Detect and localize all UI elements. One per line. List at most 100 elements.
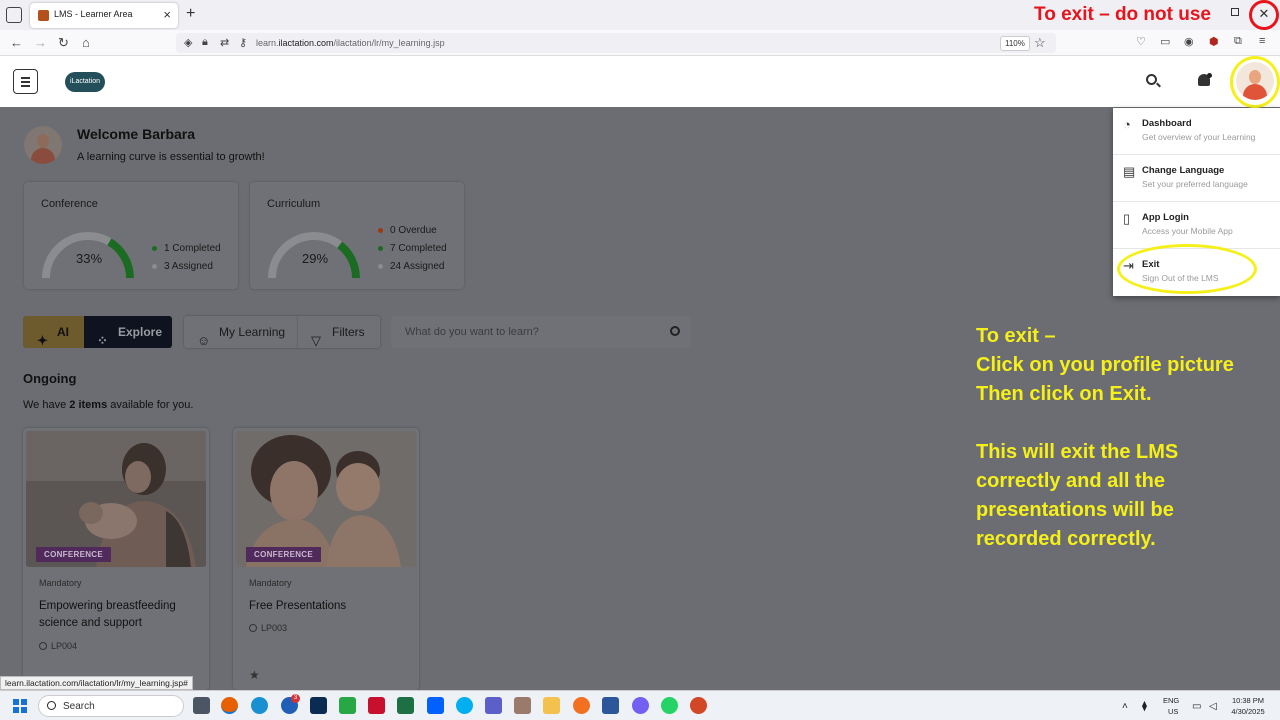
- course-card[interactable]: CONFERENCE Mandatory Free Presentations …: [233, 428, 419, 690]
- app-menu-icon[interactable]: ≡: [1259, 35, 1265, 47]
- excel-icon[interactable]: [397, 697, 414, 714]
- edge-icon[interactable]: [251, 697, 268, 714]
- permissions-icon[interactable]: ⇄: [220, 36, 229, 49]
- account-icon[interactable]: ◉: [1184, 35, 1194, 48]
- menu-item-app-login[interactable]: ▯ App Login Access your Mobile App: [1113, 202, 1280, 249]
- back-icon[interactable]: ←: [10, 35, 23, 50]
- ongoing-title: Ongoing: [23, 371, 77, 386]
- dashboard-icon: ◔: [1123, 117, 1131, 132]
- tab-title: LMS - Learner Area: [54, 9, 133, 19]
- tab-list-icon[interactable]: [6, 7, 22, 23]
- viber-icon[interactable]: [632, 697, 649, 714]
- word-icon[interactable]: [602, 697, 619, 714]
- tray-overflow-icon[interactable]: ˄: [1122, 701, 1128, 712]
- acrobat-icon[interactable]: [368, 697, 385, 714]
- dropbox-icon[interactable]: [427, 697, 444, 714]
- course-title[interactable]: Free Presentations: [249, 598, 409, 615]
- extensions-icon[interactable]: ⧉: [1234, 35, 1242, 48]
- camtasia-icon[interactable]: [339, 697, 356, 714]
- home-icon[interactable]: ⌂: [82, 35, 90, 50]
- course-card[interactable]: CONFERENCE Mandatory Empowering breastfe…: [23, 428, 209, 690]
- taskbar-time[interactable]: 10:38 PM: [1226, 696, 1270, 705]
- course-type: Mandatory: [39, 578, 82, 588]
- language-region: US: [1168, 707, 1179, 716]
- course-search-input[interactable]: [405, 324, 655, 340]
- conference-stat-card[interactable]: Conference 33% 1 Completed 3 Assigned: [24, 182, 238, 289]
- restore-window-icon[interactable]: [1231, 8, 1239, 16]
- search-icon: [47, 701, 56, 710]
- course-thumbnail[interactable]: CONFERENCE: [26, 431, 206, 567]
- gauge-fill: [107, 238, 134, 279]
- gauge-fill: [337, 241, 360, 279]
- menu-item-dashboard[interactable]: ◔ Dashboard Get overview of your Learnin…: [1113, 108, 1280, 155]
- ai-button[interactable]: ✦ AI: [23, 316, 84, 348]
- curriculum-stat-card[interactable]: Curriculum 29% 0 Overdue 7 Completed 24 …: [250, 182, 464, 289]
- teams-icon[interactable]: [485, 697, 502, 714]
- app-header: iLactation: [0, 56, 1280, 108]
- windows-start-icon[interactable]: [13, 699, 27, 713]
- calculator-icon[interactable]: [193, 697, 210, 714]
- new-tab-icon[interactable]: +: [186, 5, 195, 23]
- file-explorer-icon[interactable]: [543, 697, 560, 714]
- app-icon-orange[interactable]: [573, 697, 590, 714]
- sparkle-icon: ✦: [37, 333, 48, 348]
- filter-icon: ▽: [311, 333, 321, 348]
- forward-icon[interactable]: →: [34, 35, 47, 50]
- photoshop-icon[interactable]: [310, 697, 327, 714]
- language-indicator[interactable]: ENG: [1163, 696, 1179, 705]
- taskbar-search[interactable]: Search: [38, 695, 184, 717]
- taskbar-date[interactable]: 4/30/2025: [1226, 707, 1270, 716]
- menu-item-change-language[interactable]: ▤ Change Language Set your preferred lan…: [1113, 155, 1280, 202]
- firefox-icon[interactable]: [221, 697, 238, 714]
- avatar-highlight-ring: [1230, 56, 1280, 108]
- zoom-level[interactable]: 110%: [1000, 36, 1030, 51]
- favorite-star-icon[interactable]: ★: [249, 668, 260, 682]
- lock-icon[interactable]: 🔒︎: [202, 36, 208, 49]
- course-badge: CONFERENCE: [36, 547, 112, 562]
- legend-assigned: 3 Assigned: [152, 261, 213, 272]
- close-tab-icon[interactable]: ×: [163, 7, 171, 22]
- filters-button[interactable]: ▽ Filters: [298, 316, 380, 348]
- browser-tab[interactable]: LMS - Learner Area ×: [30, 3, 178, 28]
- grid-icon: ⁘: [97, 333, 108, 348]
- volume-icon[interactable]: ◁: [1209, 701, 1217, 712]
- ongoing-subtitle: We have 2 items available for you.: [23, 399, 194, 411]
- shield-icon[interactable]: ◈: [184, 36, 192, 49]
- whatsapp-icon[interactable]: [661, 697, 678, 714]
- course-thumbnail[interactable]: CONFERENCE: [236, 431, 416, 567]
- ilactation-logo[interactable]: iLactation: [65, 72, 105, 92]
- gauge-percent: 33%: [76, 251, 103, 266]
- red-highlight-ring: [1249, 0, 1279, 30]
- hamburger-menu-button[interactable]: [13, 69, 38, 94]
- extension-shield-icon[interactable]: ⬢: [1209, 35, 1219, 48]
- browser-nav-bar: ← → ↻ ⌂ ◈ 🔒︎ ⇄ ⚷ learn.ilactation.com/il…: [0, 30, 1280, 56]
- my-learning-button[interactable]: ☺ My Learning: [184, 316, 298, 348]
- address-bar[interactable]: ◈ 🔒︎ ⇄ ⚷ learn.ilactation.com/ilactation…: [176, 33, 1056, 53]
- sidebar-icon[interactable]: ▭: [1160, 35, 1170, 48]
- key-icon[interactable]: ⚷: [239, 36, 247, 49]
- course-badge: CONFERENCE: [246, 547, 322, 562]
- course-type: Mandatory: [249, 578, 292, 588]
- welcome-title: Welcome Barbara: [77, 126, 196, 142]
- bookmark-star-icon[interactable]: ☆: [1034, 35, 1046, 51]
- pocket-icon[interactable]: ♡: [1136, 35, 1146, 48]
- powerpoint-icon[interactable]: [690, 697, 707, 714]
- photos-icon[interactable]: [514, 697, 531, 714]
- url-text[interactable]: learn.ilactation.com/ilactation/lr/my_le…: [256, 38, 445, 48]
- course-title[interactable]: Empowering breastfeeding science and sup…: [39, 598, 199, 632]
- explore-button[interactable]: ⁘ Explore: [84, 316, 172, 348]
- user-learning-icon: ☺: [197, 333, 211, 348]
- notification-dot: [1207, 73, 1212, 78]
- skype-icon[interactable]: [456, 697, 473, 714]
- reload-icon[interactable]: ↻: [58, 35, 69, 51]
- search-submit-icon[interactable]: [670, 326, 680, 336]
- mobile-icon: ▯: [1123, 211, 1131, 226]
- stat-card-title: Curriculum: [267, 198, 321, 210]
- browser-tab-bar: LMS - Learner Area × + To exit – do not …: [0, 0, 1280, 30]
- course-code: LP004: [39, 641, 77, 651]
- dropbox-tray-icon[interactable]: ⧫: [1142, 701, 1147, 712]
- network-icon[interactable]: ▭: [1192, 701, 1201, 712]
- search-icon[interactable]: [1146, 74, 1157, 85]
- language-icon: ▤: [1123, 164, 1136, 179]
- welcome-avatar: [24, 126, 62, 164]
